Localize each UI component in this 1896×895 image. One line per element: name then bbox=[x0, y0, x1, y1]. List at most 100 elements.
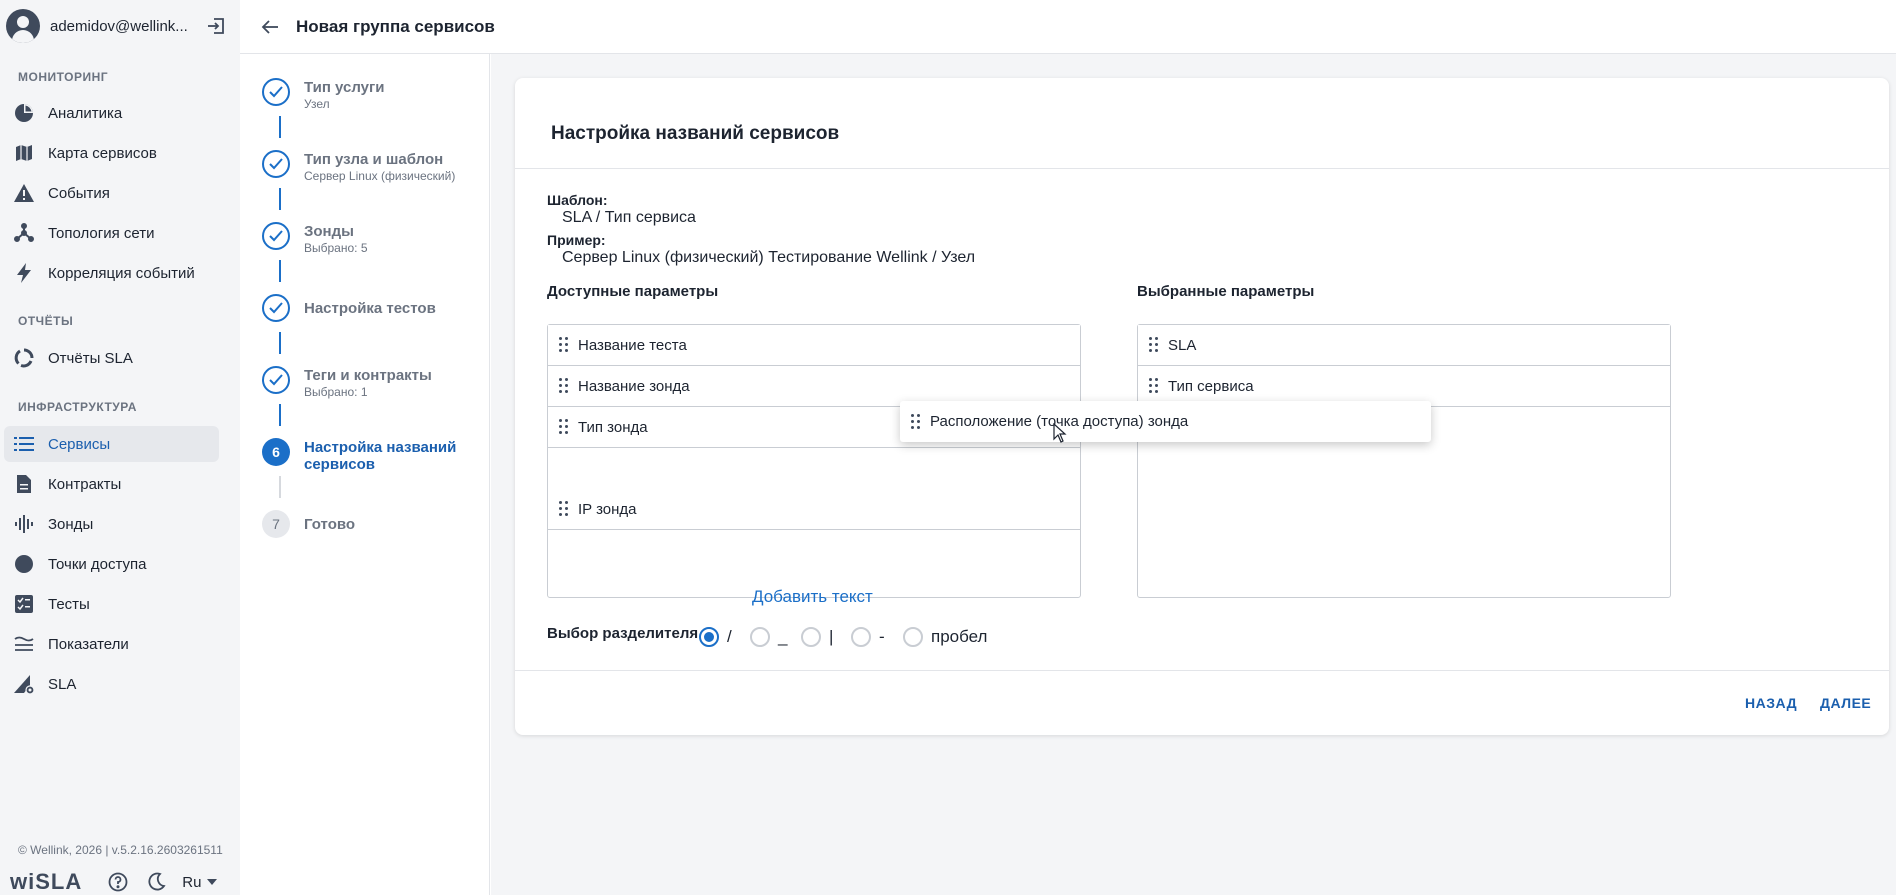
template-label: Шаблон: bbox=[547, 192, 608, 208]
separator-option-pipe[interactable]: | bbox=[801, 626, 833, 648]
wisla-logo: wiSLA bbox=[10, 869, 83, 894]
drag-handle-icon bbox=[558, 501, 570, 517]
list-item-label: Расположение (точка доступа) зонда bbox=[930, 413, 1189, 430]
step-sub: Сервер Linux (физический) bbox=[304, 169, 456, 183]
warning-icon bbox=[12, 181, 36, 205]
separator-option-space[interactable]: пробел bbox=[903, 626, 987, 648]
step-label: Зонды bbox=[304, 223, 354, 240]
sla-icon bbox=[12, 672, 36, 696]
sidebar-item-label: Показатели bbox=[48, 635, 129, 653]
radio-icon bbox=[851, 627, 871, 647]
step-number: 7 bbox=[262, 510, 290, 538]
radio-label: пробел bbox=[931, 627, 988, 646]
page-header: Новая группа сервисов bbox=[240, 0, 1896, 54]
sidebar-item-label: События bbox=[48, 184, 110, 202]
help-button[interactable] bbox=[106, 870, 130, 894]
step-number: 6 bbox=[262, 438, 290, 466]
step-test-settings[interactable]: Настройка тестов bbox=[262, 294, 436, 322]
step-connector bbox=[279, 476, 281, 498]
drag-handle-icon bbox=[1148, 378, 1160, 394]
step-connector bbox=[279, 404, 281, 426]
back-button[interactable] bbox=[258, 15, 282, 39]
step-connector bbox=[279, 260, 281, 282]
user-profile[interactable]: ademidov@wellink... bbox=[0, 0, 240, 52]
pie-chart-icon bbox=[12, 101, 36, 125]
sidebar-item-analytics[interactable]: Аналитика bbox=[4, 95, 219, 131]
list-item[interactable]: SLA bbox=[1138, 325, 1670, 366]
lightning-icon bbox=[12, 261, 36, 285]
list-item[interactable]: IP зонда bbox=[548, 489, 1080, 530]
section-monitoring: МОНИТОРИНГ bbox=[18, 70, 109, 84]
language-value: Ru bbox=[182, 873, 202, 891]
dragging-list-item[interactable]: Расположение (точка доступа) зонда bbox=[900, 401, 1431, 442]
check-circle-icon bbox=[262, 366, 290, 394]
selected-params-label: Выбранные параметры bbox=[1137, 283, 1315, 300]
sidebar-item-probes[interactable]: Зонды bbox=[4, 506, 219, 542]
drag-handle-icon bbox=[1148, 337, 1160, 353]
wizard-stepper: Тип услуги Узел Тип узла и шаблон Сервер… bbox=[240, 54, 490, 895]
sidebar-item-service-map[interactable]: Карта сервисов bbox=[4, 135, 219, 171]
sidebar-item-events[interactable]: События bbox=[4, 175, 219, 211]
separator-option-underscore[interactable]: _ bbox=[750, 626, 787, 648]
radio-label: - bbox=[879, 627, 885, 646]
logout-button[interactable] bbox=[206, 16, 226, 36]
step-label: Настройка тестов bbox=[304, 300, 436, 317]
sidebar-item-label: Отчёты SLA bbox=[48, 349, 133, 367]
step-service-type[interactable]: Тип услуги Узел bbox=[262, 78, 385, 111]
radio-label: _ bbox=[778, 627, 788, 646]
list-item-label: Тип зонда bbox=[578, 418, 648, 436]
sidebar-item-label: Сервисы bbox=[48, 435, 111, 453]
checklist-icon bbox=[12, 592, 36, 616]
check-circle-icon bbox=[262, 150, 290, 178]
list-item-label: Название зонда bbox=[578, 377, 690, 395]
sidebar-item-services[interactable]: Сервисы bbox=[4, 426, 219, 462]
sidebar-item-metrics[interactable]: Показатели bbox=[4, 626, 219, 662]
moon-icon bbox=[148, 872, 166, 891]
next-step-button[interactable]: ДАЛЕЕ bbox=[1820, 695, 1871, 711]
card-title: Настройка названий сервисов bbox=[551, 123, 840, 144]
radio-icon bbox=[903, 627, 923, 647]
separator-option-slash[interactable]: / bbox=[699, 626, 732, 648]
selected-params-list[interactable]: SLA Тип сервиса bbox=[1137, 324, 1671, 598]
topology-icon bbox=[12, 221, 36, 245]
divider bbox=[515, 670, 1889, 671]
sidebar-item-label: Зонды bbox=[48, 515, 94, 533]
sidebar-item-topology[interactable]: Топология сети bbox=[4, 215, 219, 251]
sidebar: ademidov@wellink... МОНИТОРИНГ Аналитика… bbox=[0, 0, 240, 895]
page-title: Новая группа сервисов bbox=[296, 17, 495, 36]
step-label: Настройка названий сервисов bbox=[304, 439, 457, 473]
language-select[interactable]: Ru bbox=[182, 873, 218, 891]
circle-icon bbox=[12, 552, 36, 576]
template-value: SLA / Тип сервиса bbox=[562, 209, 696, 226]
list-item[interactable]: Название теста bbox=[548, 325, 1080, 366]
drop-placeholder bbox=[548, 448, 1080, 489]
sidebar-item-contracts[interactable]: Контракты bbox=[4, 466, 219, 502]
sidebar-item-tests[interactable]: Тесты bbox=[4, 586, 219, 622]
divider bbox=[515, 168, 1889, 169]
step-done[interactable]: 7 Готово bbox=[262, 510, 355, 538]
check-circle-icon bbox=[262, 78, 290, 106]
back-step-button[interactable]: НАЗАД bbox=[1745, 695, 1797, 711]
step-service-names[interactable]: 6 Настройка названий сервисов bbox=[262, 438, 474, 473]
sidebar-item-label: Точки доступа bbox=[48, 555, 147, 573]
sidebar-item-sla-reports[interactable]: Отчёты SLA bbox=[4, 340, 219, 376]
sidebar-item-correlation[interactable]: Корреляция событий bbox=[4, 255, 219, 291]
lines-icon bbox=[12, 632, 36, 656]
sidebar-item-access-points[interactable]: Точки доступа bbox=[4, 546, 219, 582]
document-icon bbox=[12, 472, 36, 496]
step-label: Теги и контракты bbox=[304, 367, 432, 384]
sidebar-item-label: Аналитика bbox=[48, 104, 123, 122]
section-reports: ОТЧЁТЫ bbox=[18, 314, 74, 328]
sidebar-item-label: Топология сети bbox=[48, 224, 155, 242]
add-text-button[interactable]: Добавить текст bbox=[752, 587, 873, 607]
step-sub: Узел bbox=[304, 97, 330, 111]
sidebar-item-sla[interactable]: SLA bbox=[4, 666, 219, 702]
separator-option-dash[interactable]: - bbox=[851, 626, 885, 648]
example-value: Сервер Linux (физический) Тестирование W… bbox=[562, 249, 976, 266]
theme-toggle-button[interactable] bbox=[144, 870, 168, 894]
step-tags-contracts[interactable]: Теги и контракты Выбрано: 1 bbox=[262, 366, 432, 399]
step-sub: Выбрано: 1 bbox=[304, 385, 368, 399]
step-node-type[interactable]: Тип узла и шаблон Сервер Linux (физическ… bbox=[262, 150, 455, 183]
step-probes[interactable]: Зонды Выбрано: 5 bbox=[262, 222, 368, 255]
available-params-list[interactable]: Название теста Название зонда Тип зонда … bbox=[547, 324, 1081, 598]
